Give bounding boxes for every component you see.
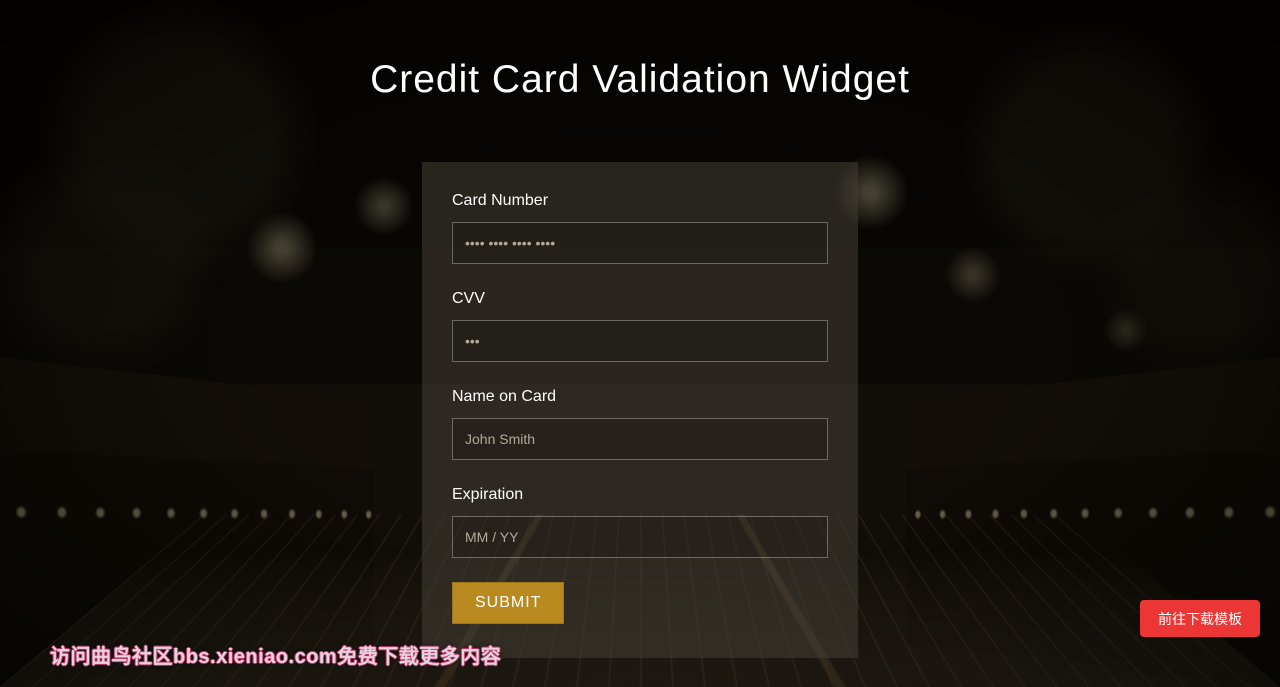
credit-card-form: Card Number CVV Name on Card Expiration … bbox=[422, 162, 858, 658]
field-card-number: Card Number bbox=[452, 192, 828, 264]
watermark-text: 访问曲鸟社区bbs.xieniao.com免费下载更多内容 bbox=[50, 640, 501, 669]
field-expiration: Expiration bbox=[452, 486, 828, 558]
field-cvv: CVV bbox=[452, 290, 828, 362]
name-on-card-input[interactable] bbox=[452, 418, 828, 460]
expiration-label: Expiration bbox=[452, 486, 828, 504]
page-title: Credit Card Validation Widget bbox=[0, 0, 1280, 102]
cvv-input[interactable] bbox=[452, 320, 828, 362]
expiration-input[interactable] bbox=[452, 516, 828, 558]
download-template-button[interactable]: 前往下载模板 bbox=[1140, 600, 1260, 637]
field-name-on-card: Name on Card bbox=[452, 388, 828, 460]
card-number-input[interactable] bbox=[452, 222, 828, 264]
name-on-card-label: Name on Card bbox=[452, 388, 828, 406]
card-number-label: Card Number bbox=[452, 192, 828, 210]
submit-button[interactable]: SUBMIT bbox=[452, 582, 564, 624]
cvv-label: CVV bbox=[452, 290, 828, 308]
